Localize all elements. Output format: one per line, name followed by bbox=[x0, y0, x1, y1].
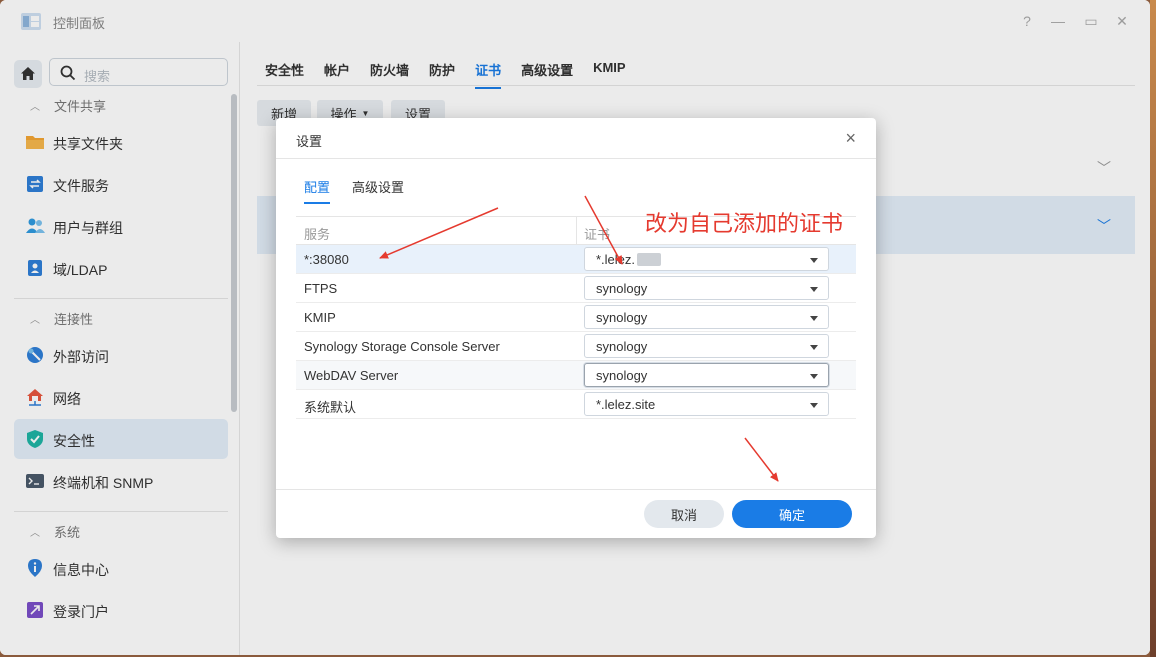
table-row[interactable]: KMIP synology bbox=[296, 303, 856, 332]
certificate-select[interactable]: synology bbox=[584, 334, 829, 358]
table-row[interactable]: 系统默认 *.lelez.site bbox=[296, 390, 856, 419]
redacted-mark bbox=[637, 253, 662, 266]
service-name: WebDAV Server bbox=[304, 368, 399, 383]
caret-down-icon bbox=[810, 403, 818, 408]
ok-button[interactable]: 确定 bbox=[732, 500, 852, 528]
certificate-select[interactable]: *.lelez. bbox=[584, 247, 829, 271]
service-certificate-table: 服务 证书 *:38080 *.lelez. FTPS synology KMI… bbox=[296, 216, 856, 419]
selected-certificate: synology bbox=[596, 368, 648, 383]
tab-configuration[interactable]: 配置 bbox=[304, 177, 331, 204]
caret-down-icon bbox=[810, 374, 818, 379]
divider bbox=[276, 158, 876, 159]
service-name: FTPS bbox=[304, 281, 338, 296]
close-icon[interactable]: × bbox=[845, 128, 856, 149]
settings-dialog: 设置 × 配置 高级设置 服务 证书 *:38080 *.lelez. FTPS bbox=[276, 118, 876, 538]
divider bbox=[276, 489, 876, 490]
selected-certificate: *.lelez. bbox=[596, 252, 662, 267]
selected-certificate: synology bbox=[596, 339, 648, 354]
selected-certificate: synology bbox=[596, 310, 648, 325]
certificate-select[interactable]: synology bbox=[584, 276, 829, 300]
table-row[interactable]: FTPS synology bbox=[296, 274, 856, 303]
certificate-select[interactable]: *.lelez.site bbox=[584, 392, 829, 416]
certificate-select[interactable]: synology bbox=[584, 363, 829, 387]
caret-down-icon bbox=[810, 316, 818, 321]
tab-advanced-settings[interactable]: 高级设置 bbox=[352, 177, 404, 204]
column-divider bbox=[576, 217, 577, 245]
control-panel-window: 控制面板 ? — ▭ ✕ 搜索 ︿ 文件共享 共享文件夹 文件服务 用户与群组 … bbox=[0, 0, 1150, 655]
certificate-select[interactable]: synology bbox=[584, 305, 829, 329]
table-row[interactable]: Synology Storage Console Server synology bbox=[296, 332, 856, 361]
caret-down-icon bbox=[810, 258, 818, 263]
selected-certificate: synology bbox=[596, 281, 648, 296]
table-row[interactable]: *:38080 *.lelez. bbox=[296, 245, 856, 274]
dialog-title: 设置 bbox=[296, 134, 323, 149]
service-name: 系统默认 bbox=[304, 400, 357, 415]
cancel-button[interactable]: 取消 bbox=[644, 500, 724, 528]
service-name: KMIP bbox=[304, 310, 336, 325]
table-row[interactable]: WebDAV Server synology bbox=[296, 361, 856, 390]
annotation-text: 改为自己添加的证书 bbox=[645, 212, 844, 237]
selected-certificate: *.lelez.site bbox=[596, 397, 656, 412]
dialog-tabs: 配置 高级设置 bbox=[304, 177, 404, 204]
caret-down-icon bbox=[810, 345, 818, 350]
caret-down-icon bbox=[810, 287, 818, 292]
service-name: Synology Storage Console Server bbox=[304, 339, 500, 354]
column-header-service[interactable]: 服务 bbox=[304, 224, 330, 243]
desktop-background bbox=[1150, 0, 1156, 657]
service-name: *:38080 bbox=[304, 252, 349, 267]
column-header-certificate[interactable]: 证书 bbox=[584, 224, 610, 243]
